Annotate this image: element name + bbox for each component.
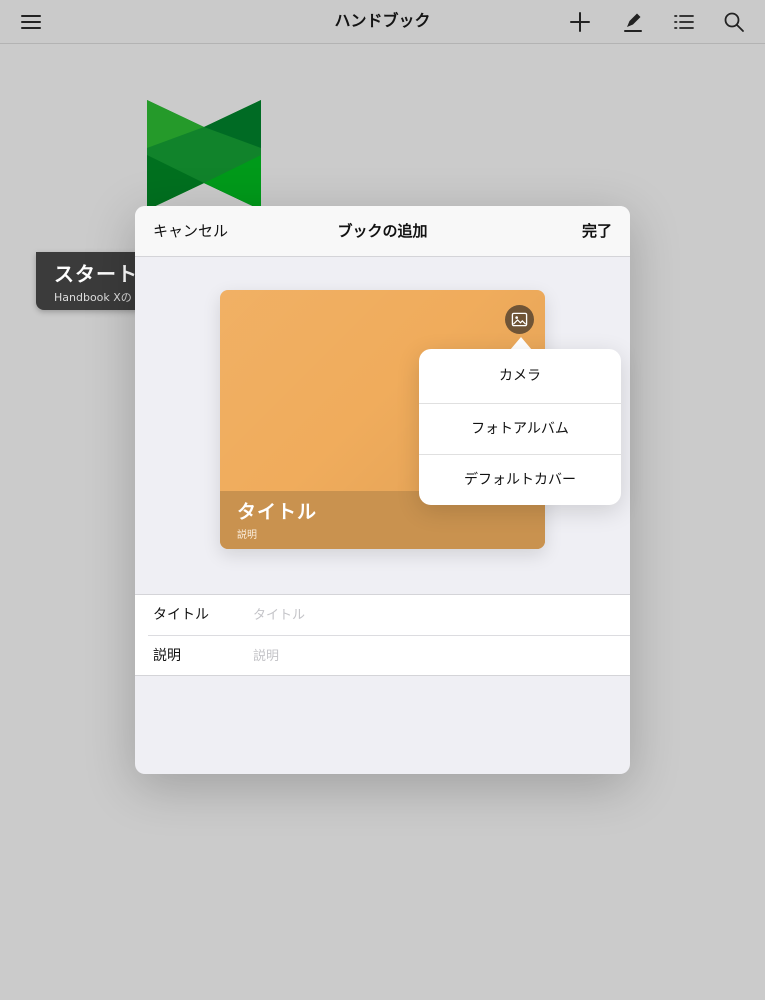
pencil-icon[interactable]	[619, 8, 647, 36]
description-label: 説明	[153, 648, 181, 664]
search-icon[interactable]	[720, 8, 748, 36]
background-book-label[interactable]: スタートア Handbook Xの	[36, 252, 146, 310]
sheet-header: キャンセル ブックの追加 完了	[135, 206, 630, 257]
hamburger-menu-icon[interactable]	[17, 8, 45, 36]
done-button[interactable]: 完了	[582, 206, 612, 256]
image-icon	[511, 312, 528, 327]
cover-image-button[interactable]	[505, 305, 534, 334]
default-cover-option[interactable]: デフォルトカバー	[419, 454, 621, 505]
cover-description: 説明	[237, 530, 257, 541]
description-row: 説明	[135, 636, 630, 676]
book-form: タイトル 説明	[135, 594, 630, 676]
background-book-subtitle: Handbook Xの	[54, 291, 132, 304]
title-label: タイトル	[153, 607, 209, 623]
photo-album-option[interactable]: フォトアルバム	[419, 403, 621, 454]
nav-title: ハンドブック	[334, 11, 431, 30]
plus-icon[interactable]	[566, 8, 594, 36]
title-row: タイトル	[135, 595, 630, 636]
title-input[interactable]	[253, 603, 613, 627]
background-book-cover[interactable]	[147, 100, 261, 210]
camera-option[interactable]: カメラ	[419, 351, 621, 402]
navigation-bar: ハンドブック	[0, 0, 765, 44]
sheet-title: ブックの追加	[337, 222, 428, 240]
background-book-title: スタートア	[54, 262, 146, 286]
cover-source-popover: カメラ フォトアルバム デフォルトカバー	[419, 349, 621, 505]
description-input[interactable]	[253, 644, 613, 668]
list-icon[interactable]	[670, 8, 698, 36]
